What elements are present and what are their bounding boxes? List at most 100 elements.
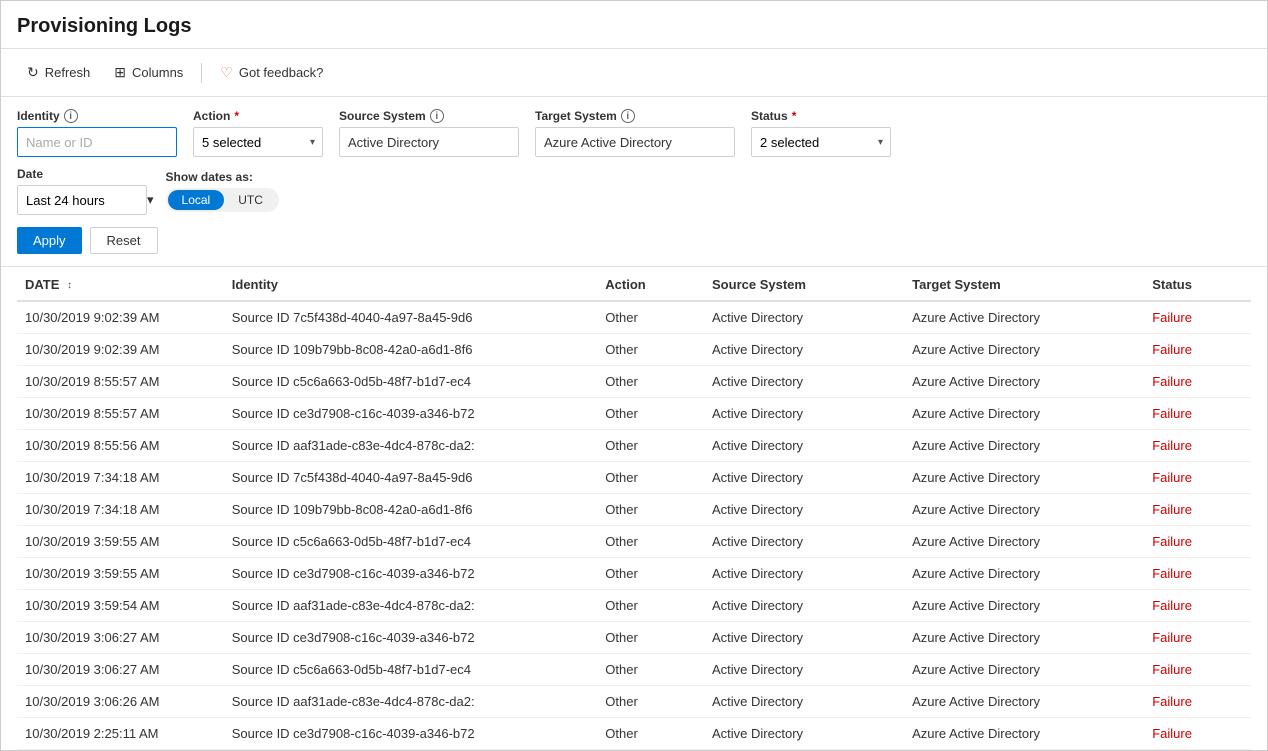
cell-action: Other [597, 494, 704, 526]
cell-identity: Source ID c5c6a663-0d5b-48f7-b1d7-ec4 [224, 654, 598, 686]
page-title: Provisioning Logs [17, 15, 1251, 38]
toggle-utc-button[interactable]: UTC [224, 190, 277, 210]
cell-status: Failure [1144, 718, 1251, 750]
cell-identity: Source ID ce3d7908-c16c-4039-a346-b72 [224, 718, 598, 750]
date-label: Date [17, 167, 154, 181]
col-header-identity: Identity [224, 267, 598, 301]
cell-status: Failure [1144, 366, 1251, 398]
cell-date: 10/30/2019 9:02:39 AM [17, 334, 224, 366]
cell-source-system: Active Directory [704, 590, 904, 622]
toggle-local-button[interactable]: Local [168, 190, 225, 210]
columns-icon [114, 64, 126, 81]
cell-date: 10/30/2019 2:25:11 AM [17, 718, 224, 750]
identity-input[interactable] [17, 127, 177, 157]
cell-action: Other [597, 558, 704, 590]
cell-status: Failure [1144, 462, 1251, 494]
dates-row: Date Last 24 hours ▾ Show dates as: Loca… [17, 167, 1251, 215]
feedback-button[interactable]: Got feedback? [210, 59, 333, 86]
toolbar-divider [201, 63, 202, 83]
cell-source-system: Active Directory [704, 654, 904, 686]
cell-target-system: Azure Active Directory [904, 590, 1144, 622]
status-label: Status * [751, 109, 891, 123]
cell-status: Failure [1144, 334, 1251, 366]
target-system-info-icon[interactable]: i [621, 109, 635, 123]
filters-area: Identity i Action * 5 selected ▾ Source … [1, 97, 1267, 267]
cell-identity: Source ID 7c5f438d-4040-4a97-8a45-9d6 [224, 462, 598, 494]
source-system-filter-group: Source System i Active Directory [339, 109, 519, 157]
cell-target-system: Azure Active Directory [904, 526, 1144, 558]
cell-identity: Source ID aaf31ade-c83e-4dc4-878c-da2: [224, 590, 598, 622]
table-row[interactable]: 10/30/2019 9:02:39 AM Source ID 109b79bb… [17, 334, 1251, 366]
action-select[interactable]: 5 selected [193, 127, 323, 157]
date-chevron-icon: ▾ [147, 192, 154, 208]
cell-action: Other [597, 430, 704, 462]
table-row[interactable]: 10/30/2019 3:06:26 AM Source ID aaf31ade… [17, 686, 1251, 718]
feedback-icon [220, 64, 233, 81]
col-header-date[interactable]: DATE ↕ [17, 267, 224, 301]
cell-action: Other [597, 462, 704, 494]
table-row[interactable]: 10/30/2019 8:55:56 AM Source ID aaf31ade… [17, 430, 1251, 462]
cell-action: Other [597, 366, 704, 398]
table-row[interactable]: 10/30/2019 7:34:18 AM Source ID 7c5f438d… [17, 462, 1251, 494]
date-filter-group: Date Last 24 hours ▾ [17, 167, 154, 215]
cell-action: Other [597, 686, 704, 718]
identity-label: Identity i [17, 109, 177, 123]
cell-date: 10/30/2019 3:06:27 AM [17, 654, 224, 686]
filters-row: Identity i Action * 5 selected ▾ Source … [17, 109, 1251, 157]
cell-target-system: Azure Active Directory [904, 654, 1144, 686]
status-select[interactable]: 2 selected [751, 127, 891, 157]
cell-date: 10/30/2019 3:59:54 AM [17, 590, 224, 622]
identity-info-icon[interactable]: i [64, 109, 78, 123]
cell-identity: Source ID aaf31ade-c83e-4dc4-878c-da2: [224, 430, 598, 462]
cell-target-system: Azure Active Directory [904, 494, 1144, 526]
refresh-button[interactable]: Refresh [17, 59, 100, 86]
table-row[interactable]: 10/30/2019 3:59:54 AM Source ID aaf31ade… [17, 590, 1251, 622]
table-row[interactable]: 10/30/2019 7:34:18 AM Source ID 109b79bb… [17, 494, 1251, 526]
cell-target-system: Azure Active Directory [904, 366, 1144, 398]
cell-action: Other [597, 301, 704, 334]
table-row[interactable]: 10/30/2019 9:02:39 AM Source ID 7c5f438d… [17, 301, 1251, 334]
columns-label: Columns [132, 65, 183, 80]
cell-action: Other [597, 622, 704, 654]
show-dates-group: Show dates as: Local UTC [166, 170, 279, 212]
cell-source-system: Active Directory [704, 430, 904, 462]
cell-target-system: Azure Active Directory [904, 334, 1144, 366]
date-toggle-group: Local UTC [166, 188, 279, 212]
table-row[interactable]: 10/30/2019 2:25:11 AM Source ID ce3d7908… [17, 718, 1251, 750]
columns-button[interactable]: Columns [104, 59, 193, 86]
table-row[interactable]: 10/30/2019 3:06:27 AM Source ID ce3d7908… [17, 622, 1251, 654]
cell-status: Failure [1144, 494, 1251, 526]
cell-target-system: Azure Active Directory [904, 622, 1144, 654]
table-row[interactable]: 10/30/2019 3:59:55 AM Source ID c5c6a663… [17, 526, 1251, 558]
cell-date: 10/30/2019 3:59:55 AM [17, 526, 224, 558]
target-system-filter-group: Target System i Azure Active Directory [535, 109, 735, 157]
cell-target-system: Azure Active Directory [904, 462, 1144, 494]
sort-icon-date: ↕ [67, 280, 72, 291]
cell-target-system: Azure Active Directory [904, 686, 1144, 718]
source-system-info-icon[interactable]: i [430, 109, 444, 123]
cell-source-system: Active Directory [704, 301, 904, 334]
cell-date: 10/30/2019 8:55:57 AM [17, 366, 224, 398]
cell-identity: Source ID 7c5f438d-4040-4a97-8a45-9d6 [224, 301, 598, 334]
actions-row: Apply Reset [17, 227, 1251, 254]
provisioning-logs-table: DATE ↕ Identity Action Source System Tar… [17, 267, 1251, 750]
table-row[interactable]: 10/30/2019 8:55:57 AM Source ID ce3d7908… [17, 398, 1251, 430]
action-select-wrapper: 5 selected ▾ [193, 127, 323, 157]
cell-date: 10/30/2019 8:55:56 AM [17, 430, 224, 462]
cell-identity: Source ID 109b79bb-8c08-42a0-a6d1-8f6 [224, 334, 598, 366]
cell-status: Failure [1144, 398, 1251, 430]
refresh-icon [27, 64, 39, 81]
status-select-wrapper: 2 selected ▾ [751, 127, 891, 157]
table-row[interactable]: 10/30/2019 3:06:27 AM Source ID c5c6a663… [17, 654, 1251, 686]
cell-action: Other [597, 718, 704, 750]
cell-identity: Source ID c5c6a663-0d5b-48f7-b1d7-ec4 [224, 526, 598, 558]
cell-source-system: Active Directory [704, 686, 904, 718]
table-row[interactable]: 10/30/2019 3:59:55 AM Source ID ce3d7908… [17, 558, 1251, 590]
cell-source-system: Active Directory [704, 526, 904, 558]
date-select[interactable]: Last 24 hours [17, 185, 147, 215]
cell-action: Other [597, 526, 704, 558]
reset-button[interactable]: Reset [90, 227, 158, 254]
apply-button[interactable]: Apply [17, 227, 82, 254]
table-row[interactable]: 10/30/2019 8:55:57 AM Source ID c5c6a663… [17, 366, 1251, 398]
feedback-label: Got feedback? [239, 65, 324, 80]
